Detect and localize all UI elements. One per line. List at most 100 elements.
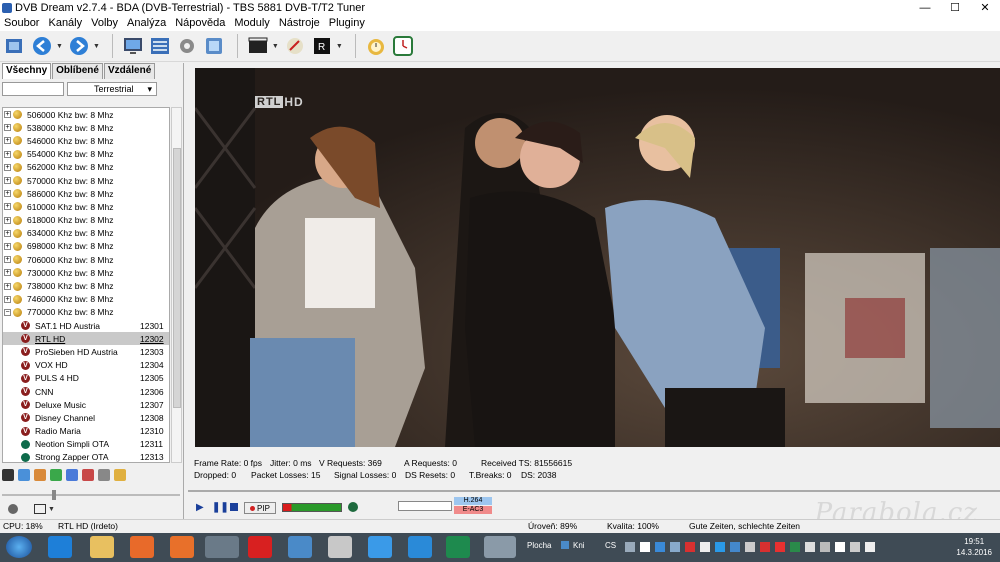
internet-explorer-icon[interactable] (48, 536, 72, 558)
scan-icon[interactable] (202, 34, 226, 58)
expand-icon[interactable]: + (4, 150, 11, 158)
seek-bar[interactable] (188, 490, 1000, 492)
language-indicator[interactable]: CS (605, 541, 616, 550)
transponder-row[interactable]: +506000 Khz bw: 8 Mhz (3, 108, 169, 121)
menu-soubor[interactable]: Soubor (4, 17, 39, 29)
tray-icon[interactable] (730, 542, 740, 552)
channel-row[interactable]: V ProSieben HD Austria 12303 (3, 345, 169, 358)
tray-icon[interactable] (850, 542, 860, 552)
properties-icon[interactable] (98, 469, 110, 481)
tray-icon[interactable] (715, 542, 725, 552)
teletext-dropdown-icon[interactable]: ▼ (336, 43, 343, 50)
tray-icon[interactable] (625, 542, 635, 552)
back-icon[interactable] (30, 34, 54, 58)
expand-icon[interactable]: + (4, 177, 11, 185)
transponder-row[interactable]: +610000 Khz bw: 8 Mhz (3, 200, 169, 213)
transponder-row[interactable]: − 770000 Khz bw: 8 Mhz (3, 306, 169, 319)
expand-icon[interactable]: + (4, 242, 11, 250)
close-button[interactable]: ✕ (970, 0, 1000, 15)
start-button[interactable] (6, 536, 32, 558)
channel-row[interactable]: Strong Zapper OTA 12313 (3, 451, 169, 462)
channel-row[interactable]: V Radio Maria 12310 (3, 425, 169, 438)
tray-icon[interactable] (820, 542, 830, 552)
settings-icon[interactable] (175, 34, 199, 58)
folder-icon[interactable] (114, 469, 126, 481)
tray-icon[interactable] (670, 542, 680, 552)
record-icon[interactable] (246, 34, 270, 58)
books-toolbar[interactable]: Kni (573, 541, 585, 550)
channel-tree-scrollbar[interactable] (171, 107, 182, 463)
expand-icon[interactable]: + (4, 190, 11, 198)
firefox-icon[interactable] (170, 536, 194, 558)
tray-icon[interactable] (745, 542, 755, 552)
transponder-row[interactable]: +634000 Khz bw: 8 Mhz (3, 227, 169, 240)
transponder-row[interactable]: +618000 Khz bw: 8 Mhz (3, 214, 169, 227)
menu-napoveda[interactable]: Nápověda (175, 17, 225, 29)
transponder-row[interactable]: +570000 Khz bw: 8 Mhz (3, 174, 169, 187)
channel-row[interactable]: V Deluxe Music 12307 (3, 398, 169, 411)
volume-slider[interactable] (2, 490, 180, 500)
expand-icon[interactable]: + (4, 124, 11, 132)
menu-nastroje[interactable]: Nástroje (279, 17, 320, 29)
play-icon[interactable]: ▶ (196, 502, 204, 513)
desktop-toolbar[interactable]: Plocha (527, 541, 551, 550)
channel-row[interactable]: V RTL HD 12302 (3, 332, 169, 346)
expand-icon[interactable]: + (4, 137, 11, 145)
satellite-icon[interactable] (288, 536, 312, 558)
tray-icon[interactable] (835, 542, 845, 552)
tools-icon[interactable] (283, 34, 307, 58)
transponder-row[interactable]: +746000 Khz bw: 8 Mhz (3, 293, 169, 306)
monitor-icon[interactable] (121, 34, 145, 58)
tab-vsechny[interactable]: Všechny (2, 63, 52, 79)
tray-icon[interactable] (775, 542, 785, 552)
channel-row[interactable]: V VOX HD 12304 (3, 359, 169, 372)
tray-icon[interactable] (640, 542, 650, 552)
transponder-row[interactable]: +546000 Khz bw: 8 Mhz (3, 134, 169, 147)
transponder-row[interactable]: +730000 Khz bw: 8 Mhz (3, 266, 169, 279)
delete-icon[interactable] (82, 469, 94, 481)
globe-icon[interactable] (446, 536, 470, 558)
teletext-icon[interactable]: R (310, 34, 334, 58)
tray-icon[interactable] (790, 542, 800, 552)
channel-row[interactable]: Neotion Simpli OTA 12311 (3, 438, 169, 451)
expand-icon[interactable]: + (4, 111, 11, 119)
calculator-icon[interactable] (328, 536, 352, 558)
network-type-select[interactable]: Terrestrial ▾ (67, 82, 157, 96)
maximize-button[interactable]: ☐ (940, 0, 970, 15)
forward-dropdown-icon[interactable]: ▼ (93, 43, 100, 50)
forward-icon[interactable] (67, 34, 91, 58)
transponder-row[interactable]: +554000 Khz bw: 8 Mhz (3, 148, 169, 161)
tab-oblibene[interactable]: Oblíbené (52, 63, 103, 79)
expand-icon[interactable]: + (4, 256, 11, 264)
edit-icon[interactable] (34, 469, 46, 481)
sort-icon[interactable] (66, 469, 78, 481)
mute-icon[interactable] (8, 504, 18, 514)
channel-row[interactable]: V Disney Channel 12308 (3, 411, 169, 424)
stop-icon[interactable] (230, 503, 238, 511)
collapse-icon[interactable] (2, 469, 14, 481)
expand-icon[interactable]: + (4, 229, 11, 237)
transponder-row[interactable]: +698000 Khz bw: 8 Mhz (3, 240, 169, 253)
channel-row[interactable]: V CNN 12306 (3, 385, 169, 398)
menu-kanaly[interactable]: Kanály (48, 17, 82, 29)
tray-icon[interactable] (685, 542, 695, 552)
expand-icon[interactable]: + (4, 295, 11, 303)
aspect-icon[interactable] (34, 504, 46, 514)
favorite-icon[interactable] (18, 469, 30, 481)
expand-icon[interactable]: + (4, 163, 11, 171)
expand-icon[interactable]: + (4, 216, 11, 224)
record-dropdown-icon[interactable]: ▼ (272, 43, 279, 50)
search-input[interactable] (2, 82, 64, 96)
clock[interactable]: 19:51 14.3.2016 (956, 536, 992, 558)
collapse-icon[interactable]: − (4, 308, 11, 316)
transponder-row[interactable]: +538000 Khz bw: 8 Mhz (3, 121, 169, 134)
tv-app-icon[interactable] (408, 536, 432, 558)
epg-icon[interactable] (148, 34, 172, 58)
pause-icon[interactable]: ❚❚ (212, 502, 229, 513)
scrollbar-thumb[interactable] (173, 148, 181, 408)
cloud-icon[interactable] (368, 536, 392, 558)
expand-icon[interactable]: + (4, 203, 11, 211)
transponder-row[interactable]: +738000 Khz bw: 8 Mhz (3, 279, 169, 292)
menu-moduly[interactable]: Moduly (234, 17, 269, 29)
expand-icon[interactable]: + (4, 269, 11, 277)
